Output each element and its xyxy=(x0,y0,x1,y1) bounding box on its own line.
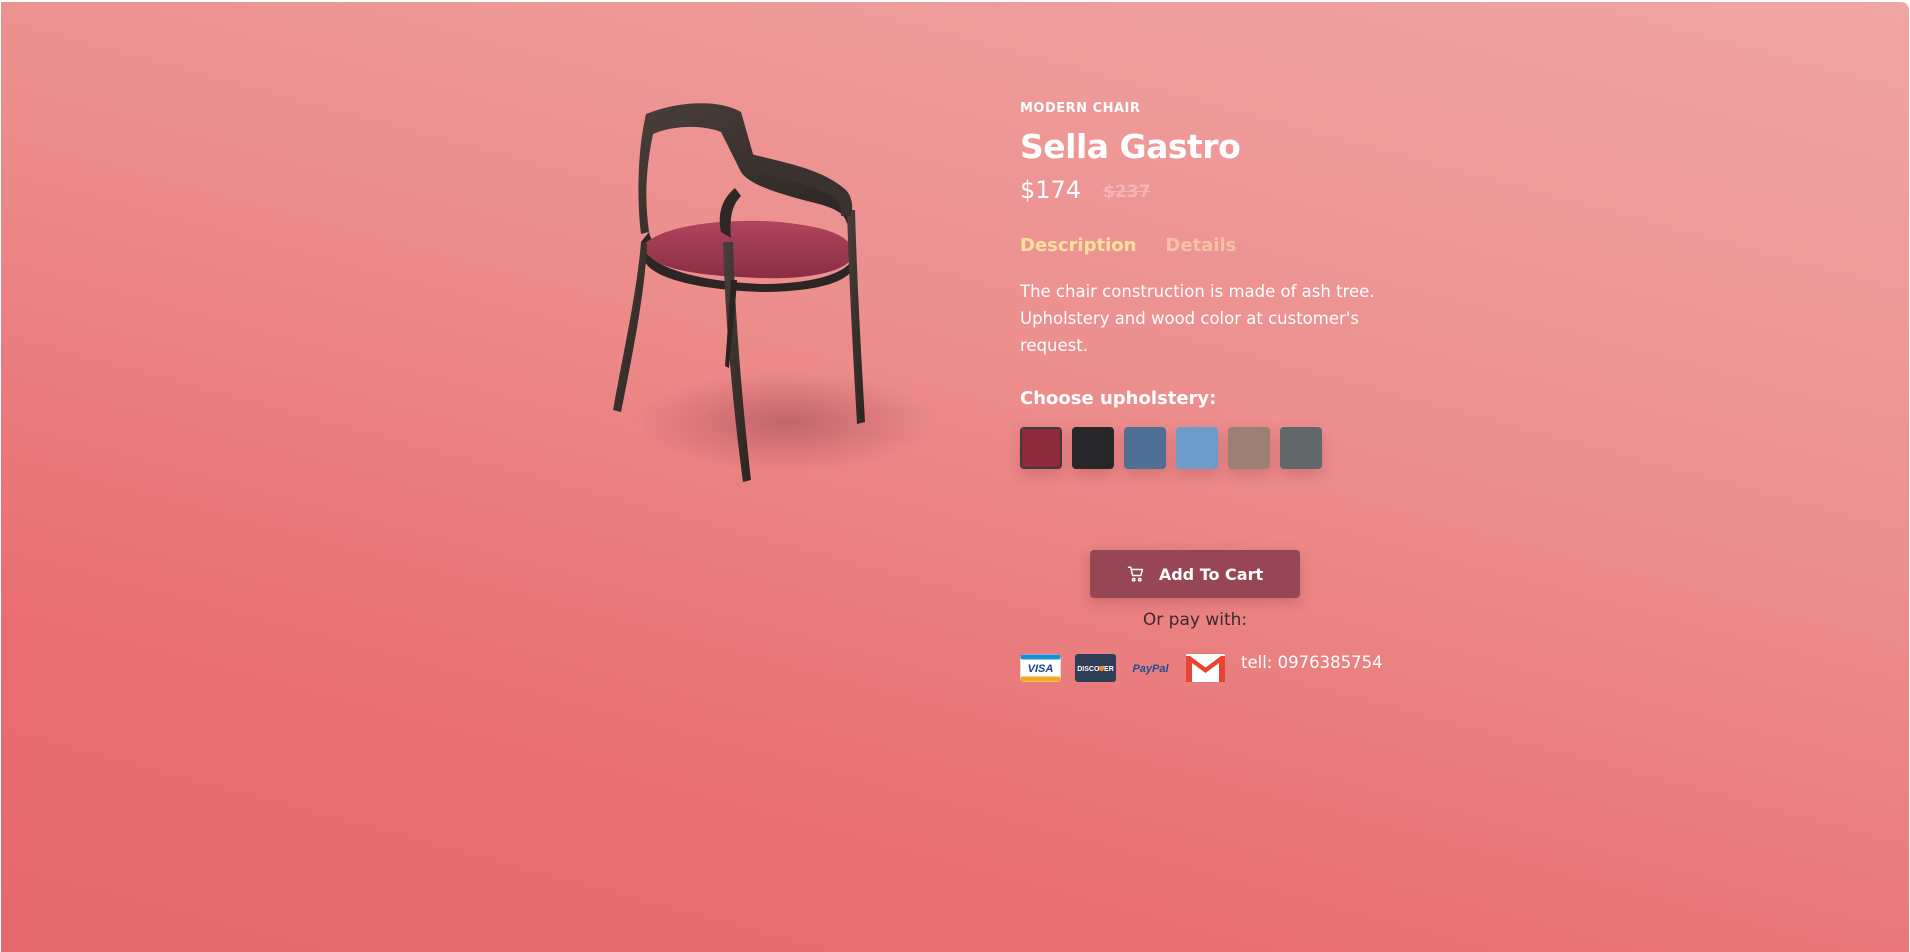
product-info: MODERN CHAIR Sella Gastro $174 $237 Desc… xyxy=(1020,100,1380,469)
swatch-black[interactable] xyxy=(1072,427,1114,469)
payment-methods: VISA DISCOVER PayPal tell: 0976385754 xyxy=(1020,652,1383,684)
upholstery-swatches xyxy=(1020,427,1380,469)
upholstery-label: Choose upholstery: xyxy=(1020,388,1217,409)
svg-text:VISA: VISA xyxy=(1028,663,1054,675)
product-description: The chair construction is made of ash tr… xyxy=(1020,282,1375,355)
chair-illustration xyxy=(613,103,936,482)
cart-icon xyxy=(1127,565,1145,583)
tab-details[interactable]: Details xyxy=(1165,235,1236,256)
current-price: $174 xyxy=(1020,176,1082,204)
pay-with-label: Or pay with: xyxy=(1142,610,1248,630)
contact-phone: tell: 0976385754 xyxy=(1241,652,1383,672)
product-category: MODERN CHAIR xyxy=(1020,101,1141,116)
swatch-red[interactable] xyxy=(1020,427,1062,469)
swatch-taupe[interactable] xyxy=(1228,427,1270,469)
info-tabs: Description Details xyxy=(1020,235,1380,256)
product-title: Sella Gastro xyxy=(1020,127,1241,166)
paypal-icon[interactable]: PayPal xyxy=(1130,654,1171,682)
product-image xyxy=(601,92,961,512)
swatch-grey-green[interactable] xyxy=(1280,427,1322,469)
add-to-cart-label: Add To Cart xyxy=(1158,564,1264,584)
svg-text:PayPal: PayPal xyxy=(1132,663,1169,675)
old-price: $237 xyxy=(1103,182,1151,202)
price-row: $174 $237 xyxy=(1020,173,1380,207)
visa-icon[interactable]: VISA xyxy=(1020,654,1061,682)
swatch-denim[interactable] xyxy=(1124,427,1166,469)
product-page: MODERN CHAIR Sella Gastro $174 $237 Desc… xyxy=(1,2,1909,952)
svg-text:DISCOVER: DISCOVER xyxy=(1077,666,1114,673)
tab-description[interactable]: Description xyxy=(1020,235,1136,256)
add-to-cart-button[interactable]: Add To Cart xyxy=(1090,550,1300,598)
gmail-icon[interactable] xyxy=(1185,652,1226,684)
discover-icon[interactable]: DISCOVER xyxy=(1075,654,1116,682)
swatch-light-blue[interactable] xyxy=(1176,427,1218,469)
